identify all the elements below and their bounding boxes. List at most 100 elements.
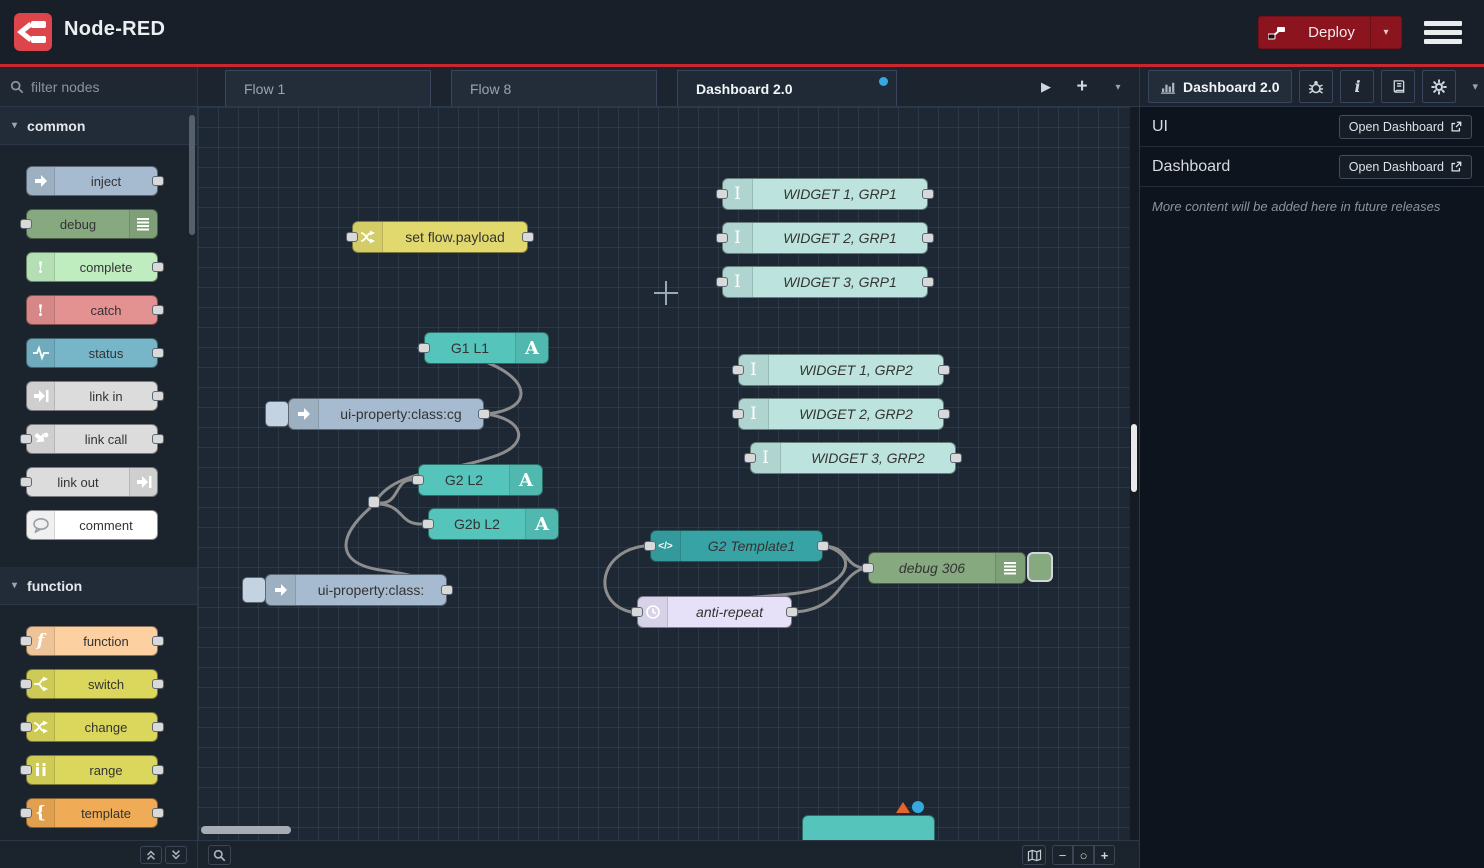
node-port-out[interactable] bbox=[152, 262, 164, 272]
node-port-in[interactable] bbox=[631, 607, 643, 617]
main-menu-button[interactable] bbox=[1424, 21, 1462, 45]
flow-node-ui-property-class-cg[interactable]: ui-property:class:cg bbox=[288, 398, 484, 430]
palette-node-range[interactable]: range bbox=[26, 755, 158, 785]
zoom-in-button[interactable]: + bbox=[1094, 845, 1115, 865]
node-port-out[interactable] bbox=[152, 305, 164, 315]
canvas-hscrollbar[interactable] bbox=[201, 826, 291, 834]
inject-trigger-button[interactable] bbox=[242, 577, 266, 603]
node-port-out[interactable] bbox=[152, 348, 164, 358]
sidebar-tab-dashboard-2-0[interactable]: Dashboard 2.0 bbox=[1148, 70, 1292, 103]
tab-flow-1[interactable]: Flow 1 bbox=[225, 70, 431, 106]
node-port-out[interactable] bbox=[152, 391, 164, 401]
flow-node-widget-3-grp2[interactable]: I WIDGET 3, GRP2 bbox=[750, 442, 956, 474]
node-port-out[interactable] bbox=[478, 409, 490, 419]
flow-node-g2-l2[interactable]: G2 L2 A bbox=[418, 464, 543, 496]
node-port-out[interactable] bbox=[950, 453, 962, 463]
palette-scrollbar[interactable] bbox=[189, 115, 195, 235]
node-port-out[interactable] bbox=[938, 365, 950, 375]
node-port-in[interactable] bbox=[20, 808, 32, 818]
palette-node-link-call[interactable]: link call bbox=[26, 424, 158, 454]
node-port-in[interactable] bbox=[20, 477, 32, 487]
inject-trigger-button[interactable] bbox=[265, 401, 289, 427]
flow-node-widget-1-grp1[interactable]: I WIDGET 1, GRP1 bbox=[722, 178, 928, 210]
node-port-out[interactable] bbox=[152, 808, 164, 818]
node-port-out[interactable] bbox=[922, 189, 934, 199]
node-port-in[interactable] bbox=[716, 277, 728, 287]
flow-node-widget-3-grp1[interactable]: I WIDGET 3, GRP1 bbox=[722, 266, 928, 298]
node-port-out[interactable] bbox=[152, 176, 164, 186]
canvas-vscrollbar[interactable] bbox=[1131, 424, 1137, 492]
open-dashboard-button-dashboard[interactable]: Open Dashboard bbox=[1339, 155, 1472, 179]
node-port-in[interactable] bbox=[716, 189, 728, 199]
node-port-out[interactable] bbox=[152, 434, 164, 444]
node-port-in[interactable] bbox=[744, 453, 756, 463]
flow-node-clipped[interactable] bbox=[802, 815, 935, 840]
search-flows-button[interactable] bbox=[208, 845, 231, 865]
flow-node-g2-template1[interactable]: </> G2 Template1 bbox=[650, 530, 823, 562]
palette-node-catch[interactable]: ! catch bbox=[26, 295, 158, 325]
node-port-in[interactable] bbox=[732, 409, 744, 419]
palette-node-complete[interactable]: ! complete bbox=[26, 252, 158, 282]
deploy-options-chevron-icon[interactable]: ▾ bbox=[1371, 27, 1401, 38]
node-port-in[interactable] bbox=[862, 563, 874, 573]
node-port-out[interactable] bbox=[938, 409, 950, 419]
debug-messages-button[interactable] bbox=[1299, 70, 1333, 103]
node-port-in[interactable] bbox=[418, 343, 430, 353]
palette-node-switch[interactable]: switch bbox=[26, 669, 158, 699]
node-port-out[interactable] bbox=[152, 679, 164, 689]
flow-node-widget-1-grp2[interactable]: I WIDGET 1, GRP2 bbox=[738, 354, 944, 386]
tab-dashboard-2-0[interactable]: Dashboard 2.0 bbox=[677, 70, 897, 106]
deploy-button[interactable]: Deploy ▾ bbox=[1258, 16, 1402, 49]
wire-junction[interactable] bbox=[368, 496, 380, 508]
node-port-in[interactable] bbox=[20, 679, 32, 689]
node-port-in[interactable] bbox=[20, 636, 32, 646]
palette-node-function[interactable]: f function bbox=[26, 626, 158, 656]
palette-category-common[interactable]: ▾ common bbox=[0, 107, 197, 145]
flow-node-set-flow-payload[interactable]: set flow.payload bbox=[352, 221, 528, 253]
palette-category-function[interactable]: ▾ function bbox=[0, 567, 197, 605]
node-port-out[interactable] bbox=[922, 277, 934, 287]
palette-node-comment[interactable]: comment bbox=[26, 510, 158, 540]
palette-node-link-out[interactable]: link out bbox=[26, 467, 158, 497]
info-button[interactable]: i bbox=[1340, 70, 1374, 103]
zoom-reset-button[interactable]: ○ bbox=[1073, 845, 1094, 865]
node-port-out[interactable] bbox=[152, 636, 164, 646]
sidebar-tabs-chevron-icon[interactable]: ▾ bbox=[1472, 80, 1478, 93]
node-port-in[interactable] bbox=[20, 722, 32, 732]
palette-node-status[interactable]: status bbox=[26, 338, 158, 368]
node-port-in[interactable] bbox=[346, 232, 358, 242]
node-port-in[interactable] bbox=[20, 219, 32, 229]
flow-node-widget-2-grp1[interactable]: I WIDGET 2, GRP1 bbox=[722, 222, 928, 254]
node-port-in[interactable] bbox=[20, 434, 32, 444]
flow-node-anti-repeat[interactable]: anti-repeat bbox=[637, 596, 792, 628]
node-port-out[interactable] bbox=[441, 585, 453, 595]
node-port-in[interactable] bbox=[412, 475, 424, 485]
palette-node-template[interactable]: { template bbox=[26, 798, 158, 828]
help-book-button[interactable] bbox=[1381, 70, 1415, 103]
node-port-out[interactable] bbox=[922, 233, 934, 243]
palette-node-link-in[interactable]: link in bbox=[26, 381, 158, 411]
tab-flow-8[interactable]: Flow 8 bbox=[451, 70, 657, 106]
palette-filter-input[interactable]: filter nodes bbox=[0, 67, 197, 107]
add-flow-button[interactable]: + bbox=[1069, 74, 1095, 100]
flow-node-widget-2-grp2[interactable]: I WIDGET 2, GRP2 bbox=[738, 398, 944, 430]
node-port-in[interactable] bbox=[716, 233, 728, 243]
zoom-out-button[interactable]: − bbox=[1052, 845, 1073, 865]
debug-enable-toggle[interactable] bbox=[1027, 552, 1053, 582]
node-port-in[interactable] bbox=[732, 365, 744, 375]
node-port-in[interactable] bbox=[422, 519, 434, 529]
flow-canvas[interactable]: set flow.payload I WIDGET 1, GRP1 I WIDG… bbox=[198, 107, 1130, 840]
flow-node-g1-l1[interactable]: G1 L1 A bbox=[424, 332, 549, 364]
node-port-out[interactable] bbox=[152, 722, 164, 732]
wire[interactable] bbox=[380, 504, 421, 524]
open-dashboard-button-ui[interactable]: Open Dashboard bbox=[1339, 115, 1472, 139]
palette-node-change[interactable]: change bbox=[26, 712, 158, 742]
palette-node-inject[interactable]: inject bbox=[26, 166, 158, 196]
flow-node-ui-property-class[interactable]: ui-property:class: bbox=[265, 574, 447, 606]
navigator-map-button[interactable] bbox=[1022, 845, 1046, 865]
tab-list-chevron-icon[interactable]: ▾ bbox=[1105, 74, 1131, 100]
node-port-in[interactable] bbox=[20, 765, 32, 775]
node-port-in[interactable] bbox=[644, 541, 656, 551]
flow-node-debug-306[interactable]: debug 306 bbox=[868, 552, 1026, 584]
node-port-out[interactable] bbox=[522, 232, 534, 242]
